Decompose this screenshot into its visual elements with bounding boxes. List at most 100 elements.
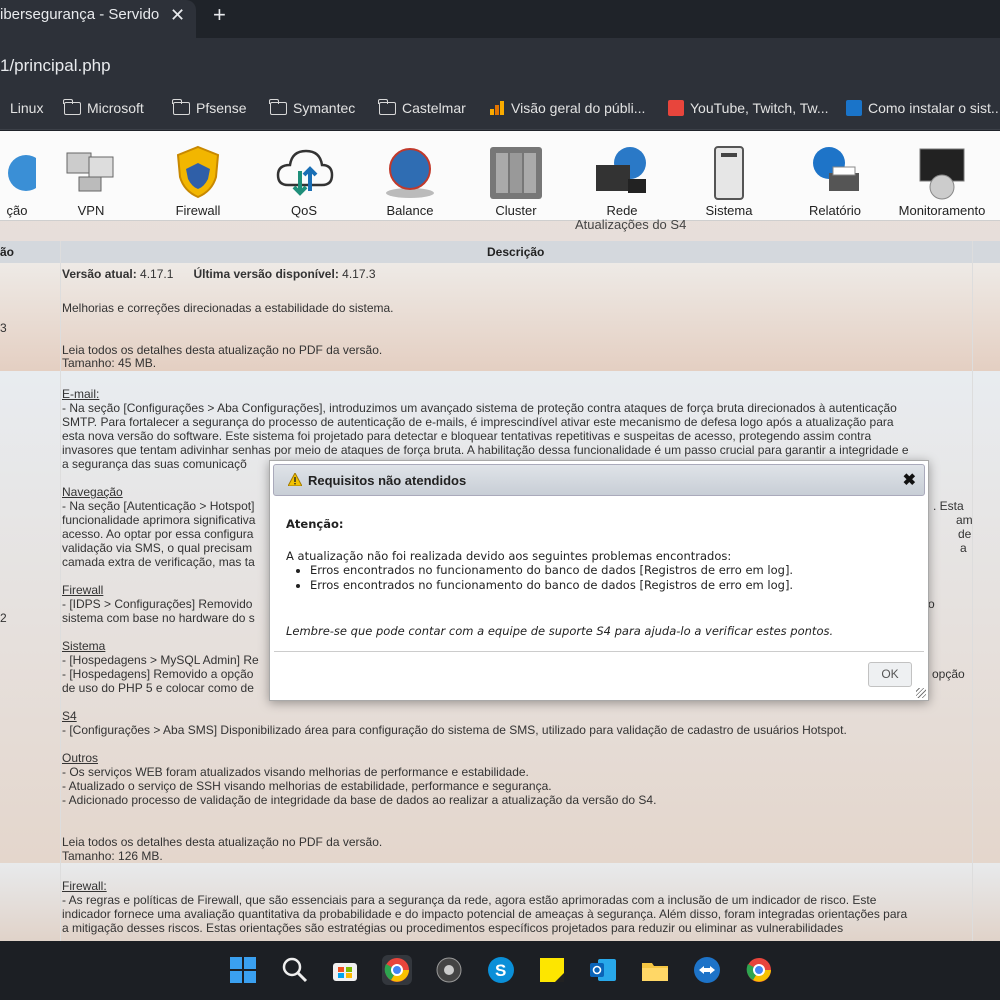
bookmark-label: YouTube, Twitch, Tw... <box>690 100 829 116</box>
bookmark-label: Visão geral do públi... <box>511 100 646 116</box>
pdf-link[interactable]: Leia todos os detalhes desta atualização… <box>62 343 972 357</box>
windows-start-icon[interactable] <box>228 955 258 985</box>
browser-tab-strip: ibersegurança - Servidor ✕ + <box>0 0 1000 38</box>
skype-icon[interactable]: S <box>486 955 516 985</box>
bookmark-analytics[interactable]: Visão geral do públi... <box>489 100 645 116</box>
toolbar-item-monitoramento[interactable]: Monitoramento <box>892 143 992 218</box>
toolbar-item-relatorio[interactable]: Relatório <box>785 143 885 218</box>
bookmark-dell[interactable]: Como instalar o sist... <box>846 100 1000 116</box>
changelog-line: de <box>958 527 972 541</box>
toolbar-label: Monitoramento <box>898 203 986 218</box>
toolbar-item-vpn[interactable]: VPN <box>41 143 141 218</box>
chrome-profile-icon[interactable] <box>744 955 774 985</box>
chrome-icon[interactable] <box>382 955 412 985</box>
toolbar-label: QoS <box>290 203 317 218</box>
folder-icon <box>378 98 396 115</box>
warning-icon <box>288 473 302 486</box>
tab-title: ibersegurança - Servidor <box>0 6 160 23</box>
latest-version-value: 4.17.3 <box>342 267 376 281</box>
store-icon[interactable] <box>330 955 360 985</box>
module-toolbar: ção VPN Firewall QoS Balance Cluster Red… <box>0 131 1000 221</box>
changelog-line: opção <box>932 667 965 681</box>
dialog-divider <box>274 651 924 652</box>
toolbar-label: Firewall <box>175 203 221 218</box>
resize-grip-icon[interactable] <box>916 688 926 698</box>
changelog-line: invasores que tentam adivinhar senhas po… <box>62 443 909 457</box>
bookmark-youtube[interactable]: YouTube, Twitch, Tw... <box>668 100 829 116</box>
toolbar-label: Cluster <box>495 203 537 218</box>
svg-text:S: S <box>495 961 506 980</box>
bookmark-label: Microsoft <box>87 100 144 116</box>
email-heading: E-mail: <box>62 387 100 401</box>
s4-heading: S4 <box>62 709 77 723</box>
changelog-line: a mitigação desses riscos. Estas orienta… <box>62 921 844 935</box>
changelog-line: - Adicionado processo de validação de in… <box>62 793 657 807</box>
toolbar-item-sistema[interactable]: Sistema <box>679 143 779 218</box>
changelog-line: am <box>956 513 973 527</box>
dialog-intro: A atualização não foi realizada devido a… <box>286 549 732 563</box>
shield-icon <box>168 143 228 201</box>
error-list: Erros encontrados no funcionamento do ba… <box>310 563 793 593</box>
close-icon[interactable]: ✖ <box>903 470 916 490</box>
file-explorer-icon[interactable] <box>640 955 670 985</box>
changelog-line: . Esta <box>933 499 964 513</box>
column-header-version: ão <box>0 245 15 259</box>
analytics-icon <box>490 101 504 115</box>
dialog-header[interactable]: Requisitos não atendidos ✖ <box>273 464 925 496</box>
browser-tab[interactable]: ibersegurança - Servidor ✕ <box>0 0 196 38</box>
teamviewer-icon[interactable] <box>692 955 722 985</box>
changelog-line: esta nova versão do software. Este siste… <box>62 429 872 443</box>
toolbar-item-qos[interactable]: QoS <box>254 143 354 218</box>
current-version-value: 4.17.1 <box>140 267 174 281</box>
changelog-line: - As regras e políticas de Firewall, que… <box>62 893 877 907</box>
attention-label: Atenção: <box>286 517 344 531</box>
section-title: Atualizações do S4 <box>575 217 687 232</box>
bookmark-linux[interactable]: Linux <box>0 100 43 116</box>
toolbar-item-cluster[interactable]: Cluster <box>466 143 566 218</box>
bookmark-castelmar[interactable]: Castelmar <box>378 98 466 116</box>
list-item: Erros encontrados no funcionamento do ba… <box>310 563 793 578</box>
column-divider <box>60 241 61 941</box>
dialog-body: Atenção: A atualização não foi realizada… <box>286 517 916 638</box>
folder-icon <box>63 98 81 115</box>
search-icon[interactable] <box>280 955 310 985</box>
new-tab-button[interactable]: + <box>213 2 226 28</box>
toolbar-item-firewall[interactable]: Firewall <box>148 143 248 218</box>
changelog-line: - Os serviços WEB foram atualizados visa… <box>62 765 529 779</box>
firewall-heading: Firewall: <box>62 879 107 893</box>
toolbar-item-rede[interactable]: Rede <box>572 143 672 218</box>
latest-version-label: Última versão disponível: <box>193 267 339 281</box>
column-header-description: Descrição <box>487 245 545 259</box>
streaming-icon <box>668 100 684 116</box>
changelog-line: indicador fornece uma avaliação quantita… <box>62 907 908 921</box>
tab-close-icon[interactable]: ✕ <box>170 0 185 30</box>
report-printer-icon <box>805 143 865 201</box>
update-summary: Melhorias e correções direcionadas a est… <box>62 301 394 315</box>
address-bar[interactable]: 1/principal.php <box>0 38 1000 90</box>
bookmarks-bar: Linux Microsoft Pfsense Symantec Castelm… <box>0 90 1000 130</box>
network-globe-icon <box>592 143 652 201</box>
toolbar-label: Sistema <box>705 203 753 218</box>
row-version: 3 <box>0 321 7 335</box>
media-icon[interactable] <box>434 955 464 985</box>
list-item: Erros encontrados no funcionamento do ba… <box>310 578 793 593</box>
toolbar-item-balance[interactable]: Balance <box>360 143 460 218</box>
sticky-notes-icon[interactable] <box>537 955 567 985</box>
updates-table-header: ão Descrição <box>0 241 1000 263</box>
url-text: 1/principal.php <box>0 56 111 75</box>
folder-icon <box>269 98 287 115</box>
windows-taskbar: S <box>0 941 1000 1000</box>
ok-button[interactable]: OK <box>868 662 912 687</box>
column-divider <box>972 241 973 941</box>
bookmark-microsoft[interactable]: Microsoft <box>63 98 144 116</box>
toolbar-label: VPN <box>77 203 105 218</box>
bookmark-pfsense[interactable]: Pfsense <box>172 98 247 116</box>
changelog-line: SMTP. Para fortalecer a segurança do pro… <box>62 415 894 429</box>
pdf-link[interactable]: Leia todos os detalhes desta atualização… <box>62 835 972 849</box>
outlook-icon[interactable] <box>588 955 618 985</box>
bookmark-symantec[interactable]: Symantec <box>269 98 355 116</box>
outros-heading: Outros <box>62 751 99 765</box>
vpn-icon <box>61 143 121 201</box>
update-size: Tamanho: 126 MB. <box>62 849 163 863</box>
row-version: 2 <box>0 611 7 625</box>
